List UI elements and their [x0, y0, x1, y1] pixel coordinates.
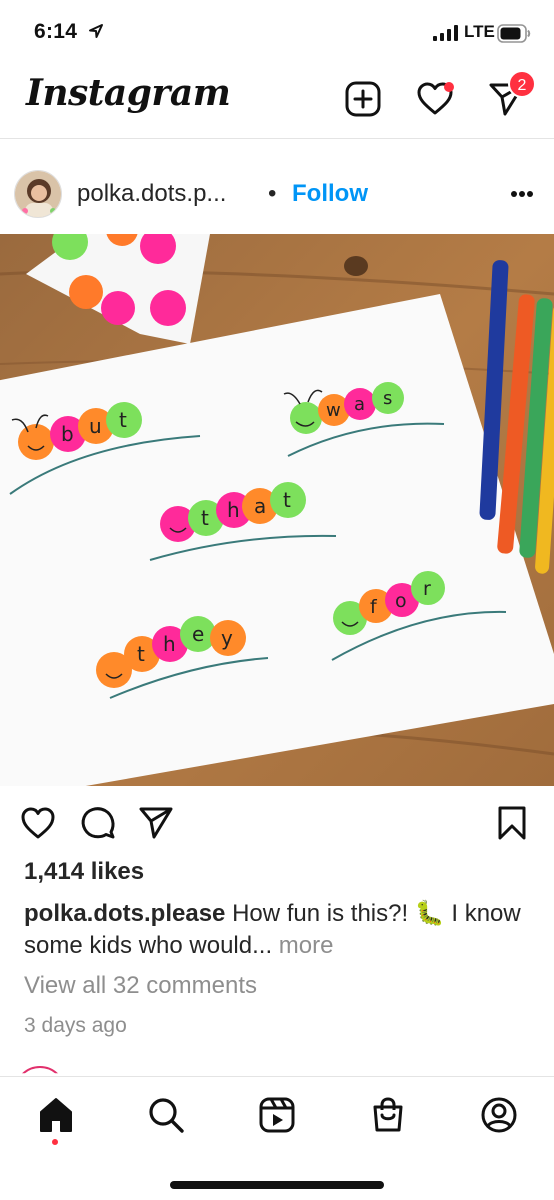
- svg-text:o: o: [395, 590, 407, 612]
- comment-icon[interactable]: [80, 805, 116, 841]
- app-header: Instagram: [0, 64, 554, 139]
- profile-icon[interactable]: [479, 1095, 519, 1135]
- post-photo[interactable]: b u t w a s t h a t f o r t h e y: [0, 234, 554, 786]
- svg-text:e: e: [192, 622, 204, 646]
- svg-text:y: y: [221, 626, 233, 650]
- svg-text:h: h: [227, 498, 240, 522]
- signal-icon: [433, 25, 458, 41]
- message-count-badge: 2: [508, 70, 536, 98]
- avatar[interactable]: [14, 170, 62, 218]
- network-label: LTE: [464, 22, 495, 41]
- svg-text:b: b: [61, 422, 74, 446]
- post-actions: [0, 800, 554, 848]
- status-bar: 6:14 LTE: [0, 0, 554, 64]
- svg-text:s: s: [383, 388, 392, 409]
- svg-text:r: r: [423, 578, 431, 600]
- svg-text:t: t: [119, 408, 127, 432]
- svg-text:u: u: [89, 414, 102, 438]
- post-header: polka.dots.p... • Follow: [0, 140, 554, 234]
- caption-username[interactable]: polka.dots.please: [24, 900, 225, 927]
- svg-text:a: a: [254, 494, 266, 518]
- bookmark-icon[interactable]: [494, 805, 530, 841]
- svg-text:t: t: [137, 642, 145, 666]
- share-icon[interactable]: [138, 805, 174, 841]
- location-arrow-icon: [89, 24, 103, 38]
- likes-count[interactable]: 1,414 likes: [24, 858, 144, 886]
- svg-text:a: a: [354, 394, 365, 415]
- svg-text:t: t: [283, 488, 291, 512]
- post-timestamp: 3 days ago: [24, 1014, 127, 1037]
- post-username[interactable]: polka.dots.p...: [77, 180, 226, 208]
- heart-icon[interactable]: [20, 805, 56, 841]
- instagram-logo[interactable]: Instagram: [26, 72, 231, 114]
- more-options-icon[interactable]: [504, 184, 540, 204]
- home-icon[interactable]: [36, 1095, 76, 1135]
- svg-text:h: h: [163, 632, 176, 656]
- battery-icon: [497, 24, 531, 43]
- status-time: 6:14: [34, 20, 78, 43]
- post-caption: polka.dots.please How fun is this?! 🐛 I …: [24, 898, 534, 962]
- home-active-dot: [52, 1139, 58, 1145]
- new-post-icon[interactable]: [344, 80, 382, 118]
- activity-notification-dot: [444, 82, 454, 92]
- svg-text:w: w: [326, 400, 341, 421]
- follow-button[interactable]: Follow: [292, 180, 368, 208]
- tab-bar: [0, 1076, 554, 1200]
- caption-more-link[interactable]: more: [279, 932, 334, 959]
- search-icon[interactable]: [146, 1095, 186, 1135]
- shop-icon[interactable]: [368, 1095, 408, 1135]
- reels-icon[interactable]: [257, 1095, 297, 1135]
- separator-dot: •: [268, 180, 277, 207]
- home-indicator: [170, 1181, 384, 1189]
- view-comments-link[interactable]: View all 32 comments: [24, 972, 257, 1000]
- svg-text:t: t: [201, 506, 209, 530]
